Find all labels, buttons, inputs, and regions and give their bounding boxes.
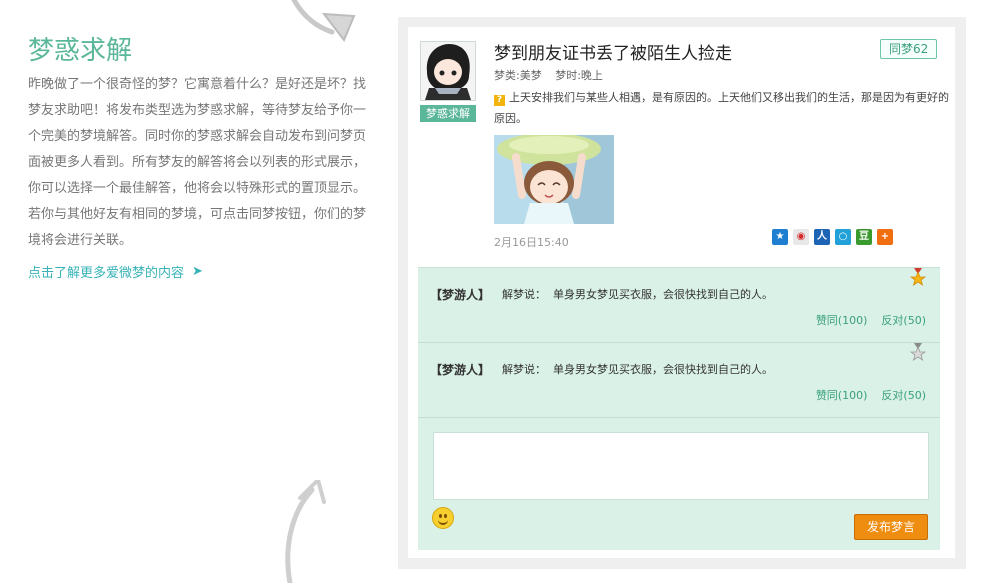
oppose-button[interactable]: 反对(50) (881, 387, 926, 403)
comment-item: 【梦游人】 解梦说： 单身男女梦见买衣服，会很快找到自己的人。 赞同(100) … (418, 268, 940, 343)
comment-votes: 赞同(100) 反对(50) (816, 387, 926, 403)
qzone-icon[interactable]: ★ (772, 229, 788, 245)
tqq-icon[interactable]: ○ (835, 229, 851, 245)
post-title[interactable]: 梦到朋友证书丢了被陌生人捡走 (494, 39, 732, 64)
agree-button[interactable]: 赞同(100) (816, 312, 868, 328)
weibo-icon[interactable]: ◉ (793, 229, 809, 245)
comment-text: 单身男女梦见买衣服，会很快找到自己的人。 (553, 363, 773, 376)
post-description: ? 上天安排我们与某些人相遇，是有原因的。上天他们又移出我们的生活，那是因为有更好… (494, 87, 949, 129)
share-bar: ★ ◉ 人 ○ 豆 + (772, 229, 893, 245)
comment-label: 解梦说： (502, 363, 546, 376)
learn-more-link[interactable]: 点击了解更多爱微梦的内容 ➤ (28, 262, 203, 281)
dream-card: 梦惑求解 梦到朋友证书丢了被陌生人捡走 同梦62 梦类:美梦 梦时:晚上 ? 上天… (398, 17, 966, 569)
arrow-right-icon: ➤ (192, 264, 203, 279)
silver-medal-icon (910, 343, 926, 361)
comment-item: 【梦游人】 解梦说： 单身男女梦见买衣服，会很快找到自己的人。 赞同(100) … (418, 343, 940, 418)
intro-description: 昨晚做了一个很奇怪的梦？它寓意着什么？是好还是坏？找梦友求助吧！将发布类型选为梦… (28, 77, 367, 248)
comment-text: 单身男女梦见买衣服，会很快找到自己的人。 (553, 288, 773, 301)
decorative-arrow-bottom (285, 480, 326, 583)
comment-author[interactable]: 【梦游人】 (430, 286, 490, 303)
learn-more-label: 点击了解更多爱微梦的内容 (28, 266, 185, 281)
dream-time: 梦时:晚上 (555, 69, 603, 82)
agree-button[interactable]: 赞同(100) (816, 387, 868, 403)
decorative-arrow-top (291, 0, 356, 42)
post-meta: 梦类:美梦 梦时:晚上 (494, 67, 613, 83)
oppose-button[interactable]: 反对(50) (881, 312, 926, 328)
gold-medal-icon (910, 268, 926, 286)
renren-icon[interactable]: 人 (814, 229, 830, 245)
dream-category: 梦类:美梦 (494, 69, 542, 82)
dream-type-tag: 梦惑求解 (420, 105, 476, 122)
comment-votes: 赞同(100) 反对(50) (816, 312, 926, 328)
post-photo (494, 135, 614, 224)
post-image[interactable] (494, 135, 614, 224)
more-icon[interactable]: + (877, 229, 893, 245)
comment-author[interactable]: 【梦游人】 (430, 361, 490, 378)
smiley-icon[interactable] (432, 507, 454, 529)
reply-input[interactable] (433, 432, 929, 500)
douban-icon[interactable]: 豆 (856, 229, 872, 245)
comment-panel: 【梦游人】 解梦说： 单身男女梦见买衣服，会很快找到自己的人。 赞同(100) … (418, 267, 940, 550)
intro-title: 梦惑求解 (28, 36, 133, 66)
avatar-image (421, 42, 475, 100)
publish-button[interactable]: 发布梦言 (854, 514, 928, 540)
question-icon: ? (494, 95, 505, 106)
post-date: 2月16日15:40 (494, 236, 569, 249)
same-dream-button[interactable]: 同梦62 (880, 39, 938, 59)
post-description-text: 上天安排我们与某些人相遇，是有原因的。上天他们又移出我们的生活，那是因为有更好的… (494, 91, 949, 125)
comment-label: 解梦说： (502, 288, 546, 301)
dream-card-body: 梦惑求解 梦到朋友证书丢了被陌生人捡走 同梦62 梦类:美梦 梦时:晚上 ? 上天… (408, 27, 955, 558)
avatar[interactable] (420, 41, 476, 101)
